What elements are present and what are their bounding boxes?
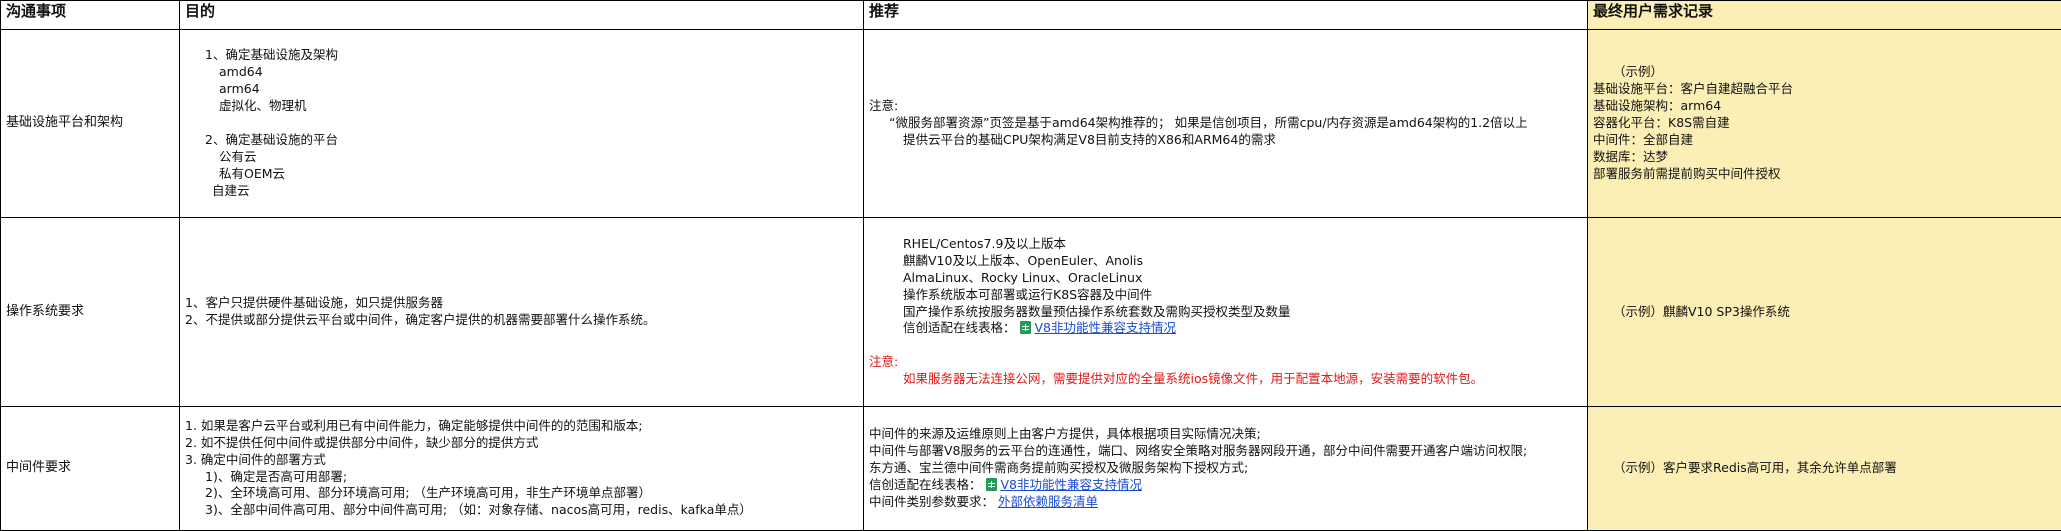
cell-topic-middleware[interactable]: 中间件要求 xyxy=(1,407,180,531)
recommendation-line: 麒麟V10及以上版本、OpenEuler、Anolis xyxy=(869,253,1582,270)
recommendation-line: “微服务部署资源”页签是基于amd64架构推荐的； 如果是信创项目，所需cpu/… xyxy=(869,115,1582,132)
sheet-link-label: 信创适配在线表格： xyxy=(869,477,982,492)
recommendation-line: 操作系统版本可部署或运行K8S容器及中间件 xyxy=(869,287,1582,304)
purpose-line: 1. 如果是客户云平台或利用已有中间件能力，确定能够提供中间件的的范围和版本; xyxy=(185,418,858,435)
purpose-line: 自建云 xyxy=(185,183,858,200)
purpose-line: 2、不提供或部分提供云平台或中间件，确定客户提供的机器需要部署什么操作系统。 xyxy=(185,312,858,329)
cell-topic-infrastructure[interactable]: 基础设施平台和架构 xyxy=(1,30,180,218)
cell-purpose-os[interactable]: 1、客户只提供硬件基础设施，如只提供服务器 2、不提供或部分提供云平台或中间件，… xyxy=(180,218,864,407)
purpose-line: 私有OEM云 xyxy=(185,166,858,183)
purpose-line: 公有云 xyxy=(185,149,858,166)
record-line: 基础设施架构：arm64 xyxy=(1593,98,2056,115)
spreadsheet-icon xyxy=(986,478,997,491)
recommendation-line: 提供云平台的基础CPU架构满足V8目前支持的X86和ARM64的需求 xyxy=(869,132,1582,149)
record-line: 部署服务前需提前购买中间件授权 xyxy=(1593,166,2056,183)
purpose-line: 1、确定基础设施及架构 xyxy=(185,47,858,64)
header-topic[interactable]: 沟通事项 xyxy=(1,1,180,30)
requirements-table: 沟通事项 目的 推荐 最终用户需求记录 基础设施平台和架构 1、确定基础设施及架… xyxy=(0,0,2061,531)
deps-link-line: 中间件类别参数要求： 外部依赖服务清单 xyxy=(869,494,1582,511)
record-line: （示例）麒麟V10 SP3操作系统 xyxy=(1593,304,2056,321)
spreadsheet-icon xyxy=(1020,321,1031,334)
purpose-line: 1、客户只提供硬件基础设施，如只提供服务器 xyxy=(185,295,858,312)
note-title: 注意: xyxy=(869,98,1582,115)
purpose-line: 1)、确定是否高可用部署; xyxy=(185,469,858,486)
external-deps-link[interactable]: 外部依赖服务清单 xyxy=(998,494,1098,509)
purpose-line: 虚拟化、物理机 xyxy=(185,98,858,115)
table-row-middleware: 中间件要求 1. 如果是客户云平台或利用已有中间件能力，确定能够提供中间件的的范… xyxy=(1,407,2061,531)
topic-label: 中间件要求 xyxy=(6,460,71,475)
recommendation-line: 东方通、宝兰德中间件需商务提前购买授权及微服务架构下授权方式; xyxy=(869,460,1582,477)
record-line: （示例）客户要求Redis高可用，其余允许单点部署 xyxy=(1593,460,2056,477)
sheet-link-label: 信创适配在线表格： xyxy=(903,320,1016,335)
record-line: 基础设施平台：客户自建超融合平台 xyxy=(1593,81,2056,98)
sheet-link-line: 信创适配在线表格： V8非功能性兼容支持情况 xyxy=(869,320,1582,337)
topic-label: 基础设施平台和架构 xyxy=(6,115,123,130)
recommendation-line: AlmaLinux、Rocky Linux、OracleLinux xyxy=(869,270,1582,287)
purpose-line: 2)、全环境高可用、部分环境高可用; （生产环境高可用，非生产环境单点部署） xyxy=(185,485,858,502)
table-row-infrastructure: 基础设施平台和架构 1、确定基础设施及架构 amd64 arm64 虚拟化、物理… xyxy=(1,30,2061,218)
table-row-os: 操作系统要求 1、客户只提供硬件基础设施，如只提供服务器 2、不提供或部分提供云… xyxy=(1,218,2061,407)
purpose-line: amd64 xyxy=(185,64,858,81)
recommendation-line: 中间件与部署V8服务的云平台的连通性，端口、网络安全策略对服务器网段开通，部分中… xyxy=(869,443,1582,460)
topic-label: 操作系统要求 xyxy=(6,304,84,319)
cell-recommendation-middleware[interactable]: 中间件的来源及运维原则上由客户方提供，具体根据项目实际情况决策; 中间件与部署V… xyxy=(864,407,1588,531)
compat-sheet-link[interactable]: V8非功能性兼容支持情况 xyxy=(1001,477,1143,492)
recommendation-line: RHEL/Centos7.9及以上版本 xyxy=(869,236,1582,253)
warning-text: 如果服务器无法连接公网，需要提供对应的全量系统ios镜像文件，用于配置本地源，安… xyxy=(869,371,1582,388)
cell-purpose-infrastructure[interactable]: 1、确定基础设施及架构 amd64 arm64 虚拟化、物理机 2、确定基础设施… xyxy=(180,30,864,218)
purpose-line: 2. 如不提供任何中间件或提供部分中间件，缺少部分的提供方式 xyxy=(185,435,858,452)
record-line: 中间件：全部自建 xyxy=(1593,132,2056,149)
purpose-line: 2、确定基础设施的平台 xyxy=(185,132,858,149)
sheet-link-line: 信创适配在线表格： V8非功能性兼容支持情况 xyxy=(869,477,1582,494)
purpose-line: 3)、全部中间件高可用、部分中间件高可用; （如：对象存储、nacos高可用，r… xyxy=(185,502,858,519)
compat-sheet-link[interactable]: V8非功能性兼容支持情况 xyxy=(1035,320,1177,335)
header-record[interactable]: 最终用户需求记录 xyxy=(1588,1,2061,30)
header-purpose[interactable]: 目的 xyxy=(180,1,864,30)
cell-record-infrastructure[interactable]: （示例） 基础设施平台：客户自建超融合平台 基础设施架构：arm64 容器化平台… xyxy=(1588,30,2061,218)
cell-topic-os[interactable]: 操作系统要求 xyxy=(1,218,180,407)
record-line: （示例） xyxy=(1593,64,2056,81)
record-line: 容器化平台：K8S需自建 xyxy=(1593,115,2056,132)
warning-title: 注意: xyxy=(869,354,1582,371)
deps-link-label: 中间件类别参数要求： xyxy=(869,494,994,509)
recommendation-line: 中间件的来源及运维原则上由客户方提供，具体根据项目实际情况决策; xyxy=(869,426,1582,443)
cell-record-os[interactable]: （示例）麒麟V10 SP3操作系统 xyxy=(1588,218,2061,407)
purpose-line: arm64 xyxy=(185,81,858,98)
recommendation-line: 国产操作系统按服务器数量预估操作系统套数及需购买授权类型及数量 xyxy=(869,304,1582,321)
cell-recommendation-os[interactable]: RHEL/Centos7.9及以上版本 麒麟V10及以上版本、OpenEuler… xyxy=(864,218,1588,407)
cell-purpose-middleware[interactable]: 1. 如果是客户云平台或利用已有中间件能力，确定能够提供中间件的的范围和版本; … xyxy=(180,407,864,531)
cell-recommendation-infrastructure[interactable]: 注意: “微服务部署资源”页签是基于amd64架构推荐的； 如果是信创项目，所需… xyxy=(864,30,1588,218)
header-recommendation[interactable]: 推荐 xyxy=(864,1,1588,30)
header-row: 沟通事项 目的 推荐 最终用户需求记录 xyxy=(1,1,2061,30)
purpose-line: 3. 确定中间件的部署方式 xyxy=(185,452,858,469)
record-line: 数据库：达梦 xyxy=(1593,149,2056,166)
cell-record-middleware[interactable]: （示例）客户要求Redis高可用，其余允许单点部署 xyxy=(1588,407,2061,531)
